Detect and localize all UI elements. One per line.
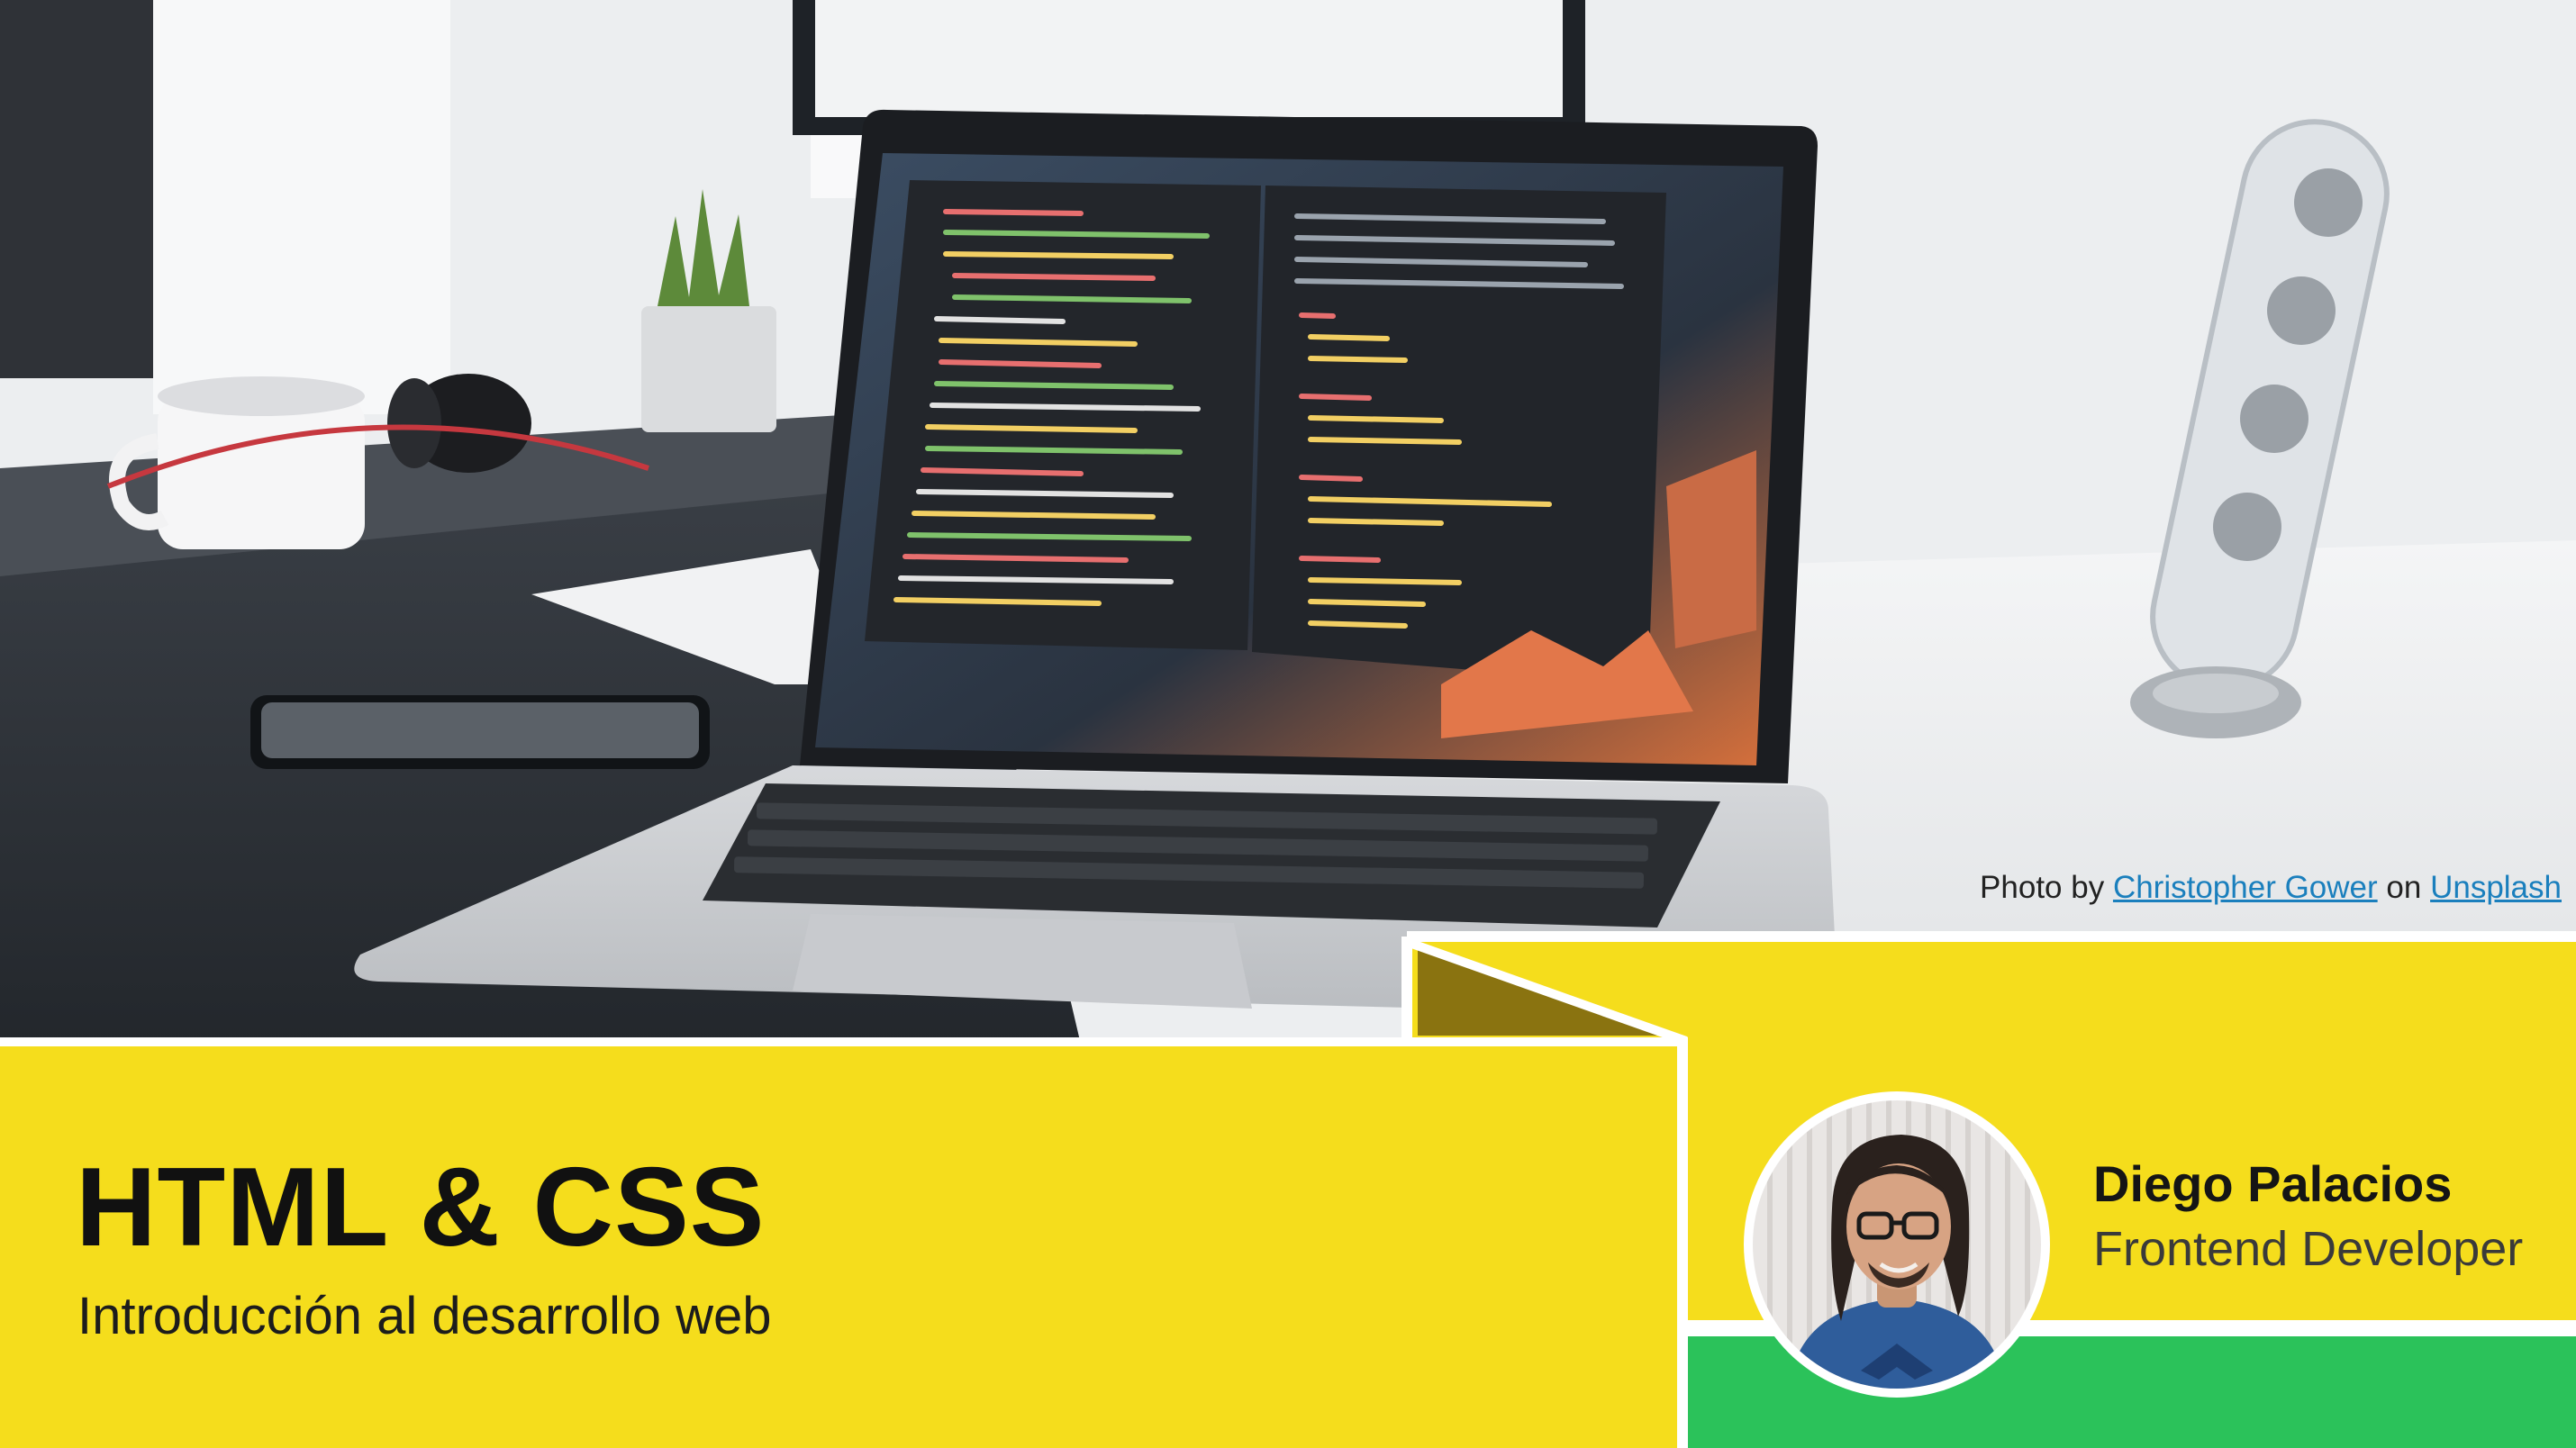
credit-source-link[interactable]: Unsplash — [2430, 870, 2562, 905]
avatar-photo — [1753, 1100, 2041, 1389]
avatar — [1744, 1091, 2050, 1398]
course-subtitle: Introducción al desarrollo web — [77, 1287, 772, 1345]
slide: Photo by Christopher Gower on Unsplash H… — [0, 0, 2576, 1448]
panel-top-edge — [0, 1037, 1688, 1046]
author-name: Diego Palacios — [2093, 1155, 2453, 1212]
credit-author-link[interactable]: Christopher Gower — [2113, 870, 2378, 905]
cover-photo: Photo by Christopher Gower on Unsplash — [0, 0, 2576, 1045]
credit-prefix: Photo by — [1980, 870, 2105, 905]
author-role: Frontend Developer — [2093, 1222, 2524, 1276]
credit-connector: on — [2386, 870, 2422, 905]
avatar-illustration — [1789, 1135, 2005, 1389]
course-title: HTML & CSS — [76, 1145, 766, 1270]
photo-credit: Photo by Christopher Gower on Unsplash — [1980, 870, 2562, 906]
